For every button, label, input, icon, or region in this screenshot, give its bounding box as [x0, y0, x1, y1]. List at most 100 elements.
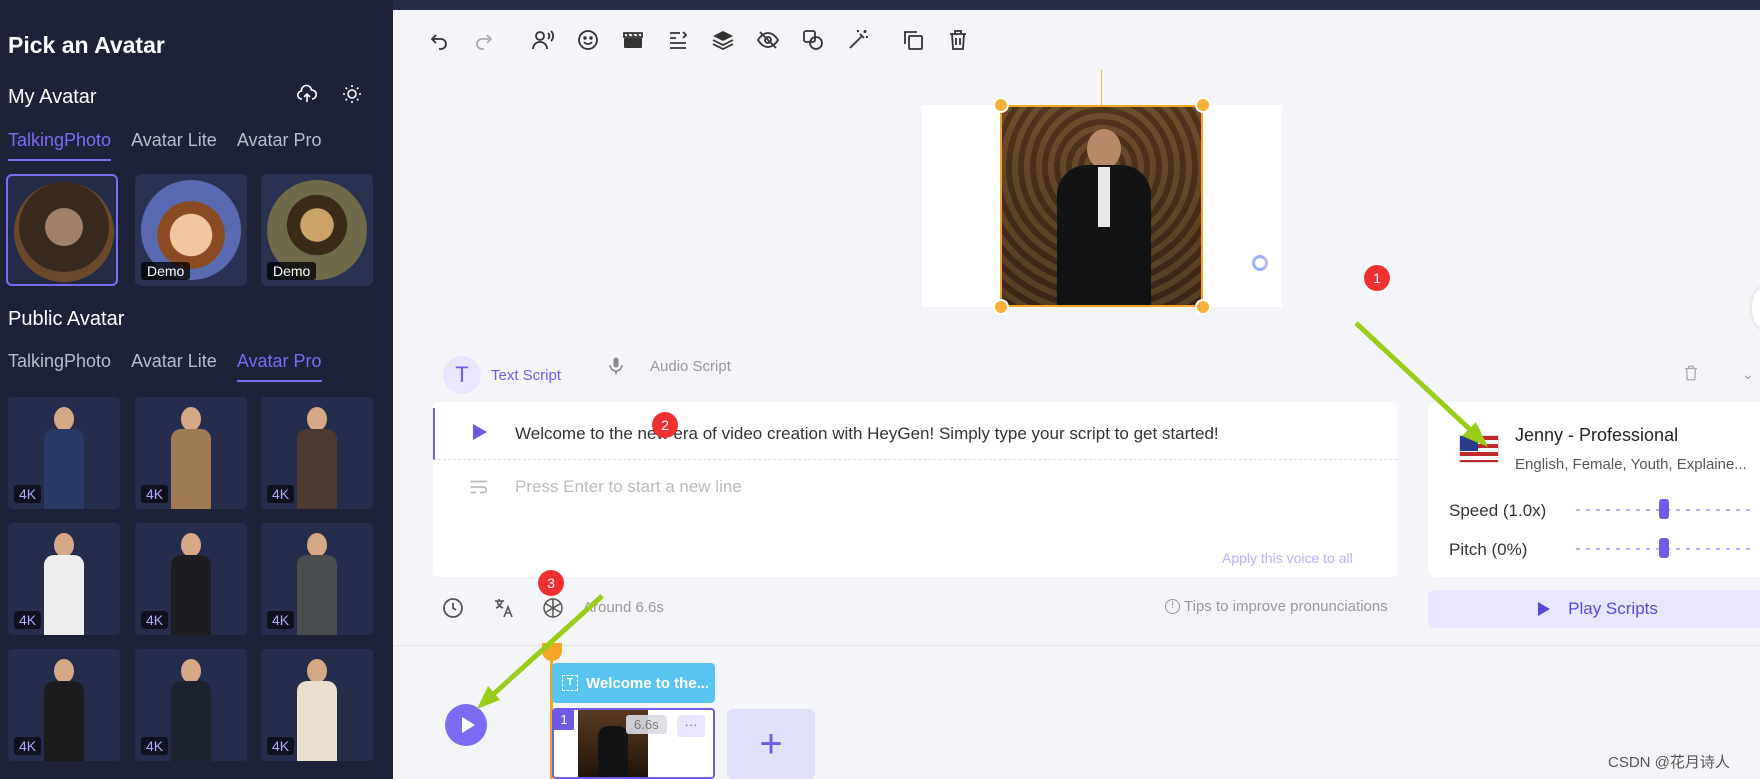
shapes-icon[interactable]: [799, 26, 827, 54]
delete-script-icon[interactable]: [1682, 364, 1700, 387]
tab-text-script[interactable]: T Text Script: [443, 356, 561, 394]
lightbulb-icon[interactable]: [340, 82, 366, 108]
new-line-placeholder[interactable]: Press Enter to start a new line: [515, 477, 742, 497]
microphone-icon: [609, 357, 623, 375]
tab-avatar-pro[interactable]: Avatar Pro: [237, 130, 322, 161]
avatar-sidebar: Pick an Avatar My Avatar TalkingPhoto Av…: [0, 0, 393, 779]
emoji-icon[interactable]: [574, 26, 602, 54]
my-avatar-tabs: TalkingPhoto Avatar Lite Avatar Pro: [8, 130, 322, 161]
my-avatar-heading: My Avatar: [8, 86, 97, 108]
speed-slider-knob[interactable]: [1659, 499, 1669, 519]
4k-badge: 4K: [267, 485, 295, 503]
public-avatar-card[interactable]: 4K: [8, 649, 120, 761]
avatar-figure: [44, 407, 84, 509]
avatar-figure: [297, 659, 337, 761]
annotation-marker-1: 1: [1364, 265, 1390, 291]
annotation-marker-2: 2: [652, 412, 678, 438]
avatar-figure: [171, 659, 211, 761]
tab-avatar-pro[interactable]: Avatar Pro: [236, 351, 322, 382]
play-line-icon[interactable]: [473, 424, 487, 440]
4k-badge: 4K: [141, 485, 169, 503]
ai-openai-icon[interactable]: [541, 596, 565, 625]
public-avatar-card[interactable]: 4K: [8, 523, 120, 635]
tab-avatar-lite[interactable]: Avatar Lite: [131, 130, 217, 161]
tab-audio-script[interactable]: Audio Script: [606, 356, 731, 376]
trash-icon[interactable]: [944, 26, 972, 54]
apply-voice-all-link[interactable]: Apply this voice to all: [1222, 550, 1353, 566]
4k-badge: 4K: [14, 611, 42, 629]
avatar-figure: [44, 533, 84, 635]
voice-name[interactable]: Jenny - Professional: [1515, 425, 1678, 446]
tab-talkingphoto[interactable]: TalkingPhoto: [8, 351, 111, 382]
demo-badge: Demo: [141, 262, 191, 280]
voice-details: English, Female, Youth, Explaine...: [1515, 456, 1747, 473]
pronunciation-tips-link[interactable]: ! Tips to improve pronunciations: [1165, 598, 1388, 615]
add-scene-button[interactable]: +: [727, 709, 815, 779]
public-avatar-card[interactable]: 4K: [261, 523, 373, 635]
play-scripts-label: Play Scripts: [1568, 599, 1658, 618]
4k-badge: 4K: [141, 737, 169, 755]
avatar-figure: [171, 533, 211, 635]
magic-wand-icon[interactable]: [844, 26, 872, 54]
text-box-icon: T: [562, 675, 578, 691]
avatar-voice-icon[interactable]: [529, 26, 557, 54]
my-avatar-card[interactable]: [6, 174, 118, 286]
public-avatar-card[interactable]: 4K: [261, 397, 373, 509]
editor-toolbar: [425, 26, 972, 54]
avatar-image-layer[interactable]: [1000, 105, 1203, 307]
avatar-figure: [297, 533, 337, 635]
duration-estimate: Around 6.6s: [583, 599, 664, 616]
my-avatar-card[interactable]: Demo: [135, 174, 247, 286]
4k-badge: 4K: [267, 611, 295, 629]
resize-handle[interactable]: [993, 299, 1009, 315]
translate-icon[interactable]: [492, 596, 516, 625]
clip-more-button[interactable]: ···: [677, 715, 705, 737]
tab-talkingphoto[interactable]: TalkingPhoto: [8, 130, 112, 161]
caption-track-item[interactable]: T Welcome to the...: [552, 663, 715, 703]
public-avatar-card[interactable]: 4K: [261, 649, 373, 761]
public-avatar-heading: Public Avatar: [8, 308, 125, 330]
avatar-thumbnail: [14, 182, 114, 282]
public-avatar-tabs: TalkingPhoto Avatar Lite Avatar Pro: [8, 351, 322, 382]
public-avatar-card[interactable]: 4K: [8, 397, 120, 509]
play-icon: [461, 717, 475, 733]
clapperboard-icon[interactable]: [619, 26, 647, 54]
annotation-marker-3: 3: [538, 570, 564, 596]
wrap-text-icon: [468, 476, 490, 503]
caption-text: Welcome to the...: [586, 674, 710, 692]
align-icon[interactable]: [664, 26, 692, 54]
sidebar-title: Pick an Avatar: [8, 32, 165, 58]
undo-icon[interactable]: [425, 26, 453, 54]
public-avatar-card[interactable]: 4K: [135, 523, 247, 635]
redo-icon[interactable]: [470, 26, 498, 54]
resize-handle[interactable]: [1195, 97, 1211, 113]
my-avatar-card[interactable]: Demo: [261, 174, 373, 286]
avatar-figure: [44, 659, 84, 761]
text-icon: T: [443, 356, 481, 394]
avatar-figure: [297, 407, 337, 509]
heygen-logo-icon: [1252, 255, 1268, 271]
resize-handle[interactable]: [993, 97, 1009, 113]
4k-badge: 4K: [14, 485, 42, 503]
tips-label: Tips to improve pronunciations: [1184, 598, 1388, 615]
script-line[interactable]: Welcome to the new era of video creation…: [433, 408, 1397, 460]
layers-icon[interactable]: [709, 26, 737, 54]
4k-badge: 4K: [267, 737, 295, 755]
timeline-play-button[interactable]: [445, 704, 487, 746]
scene-clip[interactable]: 1 6.6s ···: [552, 708, 715, 779]
script-line-text[interactable]: Welcome to the new era of video creation…: [515, 424, 1219, 444]
pitch-label: Pitch (0%): [1449, 540, 1528, 559]
public-avatar-card[interactable]: 4K: [135, 649, 247, 761]
pitch-slider-knob[interactable]: [1659, 538, 1669, 558]
play-scripts-button[interactable]: Play Scripts: [1428, 590, 1760, 628]
resize-handle[interactable]: [1195, 299, 1211, 315]
tab-avatar-lite[interactable]: Avatar Lite: [131, 351, 217, 382]
duplicate-icon[interactable]: [899, 26, 927, 54]
hide-icon[interactable]: [754, 26, 782, 54]
avatar-figure: [171, 407, 211, 509]
upload-cloud-icon[interactable]: [295, 82, 321, 108]
public-avatar-card[interactable]: 4K: [135, 397, 247, 509]
collapse-chevron-icon[interactable]: ⌄: [1742, 366, 1754, 383]
4k-badge: 4K: [14, 737, 42, 755]
clock-icon[interactable]: [441, 596, 465, 625]
